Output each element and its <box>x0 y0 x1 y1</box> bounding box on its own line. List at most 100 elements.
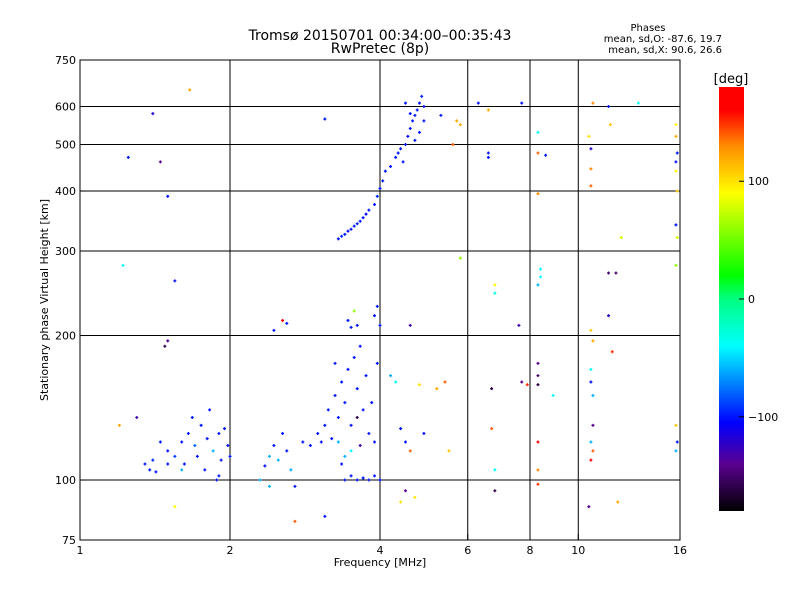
data-point <box>399 147 403 151</box>
data-point <box>674 263 678 267</box>
data-point <box>486 151 490 155</box>
data-point <box>539 267 543 271</box>
data-point <box>417 130 421 134</box>
data-point <box>289 468 293 472</box>
data-point <box>375 304 379 308</box>
data-point <box>591 449 595 453</box>
data-point <box>272 328 276 332</box>
data-point <box>319 440 323 444</box>
colorbar-label: [deg] <box>714 72 749 87</box>
data-point <box>226 444 230 448</box>
data-point <box>403 143 407 147</box>
data-point <box>674 223 678 227</box>
data-point <box>517 323 521 327</box>
data-point <box>370 401 374 405</box>
data-point <box>333 394 337 398</box>
data-point <box>343 478 347 482</box>
data-point <box>228 454 232 458</box>
data-point <box>349 325 353 329</box>
data-point <box>343 401 347 405</box>
y-tick-label: 500 <box>55 139 76 152</box>
data-point <box>121 263 125 267</box>
data-point <box>536 151 540 155</box>
data-point <box>417 101 421 105</box>
data-point <box>401 160 405 164</box>
x-tick-label: 2 <box>227 544 234 557</box>
data-point <box>336 440 340 444</box>
data-point <box>476 101 480 105</box>
data-point <box>675 440 679 444</box>
data-point <box>258 478 262 482</box>
data-point <box>408 449 412 453</box>
data-point <box>608 123 612 127</box>
data-point <box>591 423 595 427</box>
ionogram-chart: Tromsø 20150701 00:34:00–00:35:43 RwPret… <box>38 23 778 569</box>
data-point <box>117 423 121 427</box>
data-point <box>166 339 170 343</box>
data-point <box>205 437 209 441</box>
data-point <box>536 468 540 472</box>
data-point <box>525 383 529 387</box>
data-point <box>166 462 170 466</box>
data-point <box>346 367 350 371</box>
data-point <box>373 202 377 206</box>
data-point <box>281 318 285 322</box>
y-tick-label: 200 <box>55 330 76 343</box>
data-point <box>636 101 640 105</box>
y-tick-label: 400 <box>55 185 76 198</box>
data-point <box>346 318 350 322</box>
data-point <box>616 500 620 504</box>
data-point <box>340 380 344 384</box>
data-point <box>589 328 593 332</box>
data-point <box>323 423 327 427</box>
data-point <box>326 408 330 412</box>
data-point <box>267 454 271 458</box>
data-point <box>163 344 167 348</box>
data-point <box>587 505 591 509</box>
data-point <box>340 234 344 238</box>
data-point <box>173 505 177 509</box>
data-point <box>408 112 412 116</box>
stats-o-mode: mean, sd,O: -87.6, 19.7 <box>604 34 722 45</box>
data-point <box>589 367 593 371</box>
data-point <box>349 474 353 478</box>
data-point <box>333 361 337 365</box>
colorbar-tick-label: 100 <box>748 175 769 188</box>
data-point <box>493 291 497 295</box>
data-point <box>415 108 419 112</box>
data-point <box>422 432 426 436</box>
data-point <box>301 440 305 444</box>
data-point <box>389 164 393 168</box>
x-axis-label: Frequency [MHz] <box>334 556 426 569</box>
data-point <box>408 323 412 327</box>
data-point <box>607 105 611 109</box>
data-point <box>158 160 162 164</box>
data-point <box>293 519 297 523</box>
data-point <box>276 458 280 462</box>
data-point <box>403 440 407 444</box>
data-point <box>180 468 184 472</box>
data-point <box>486 108 490 112</box>
data-point <box>587 134 591 138</box>
data-point <box>422 105 426 109</box>
data-point <box>355 222 359 226</box>
data-point <box>674 449 678 453</box>
data-point <box>126 155 130 159</box>
data-point <box>439 113 443 117</box>
data-point <box>166 194 170 198</box>
data-point <box>591 101 595 105</box>
data-point <box>417 383 421 387</box>
grid-lines <box>80 60 680 540</box>
data-point <box>674 134 678 138</box>
data-point <box>361 476 365 480</box>
data-point <box>589 147 593 151</box>
data-point <box>493 468 497 472</box>
data-point <box>285 321 289 325</box>
data-point <box>375 194 379 198</box>
data-point <box>180 440 184 444</box>
data-point <box>173 454 177 458</box>
data-point <box>536 192 540 196</box>
data-point <box>378 323 382 327</box>
data-point <box>493 283 497 287</box>
data-point <box>143 462 147 466</box>
